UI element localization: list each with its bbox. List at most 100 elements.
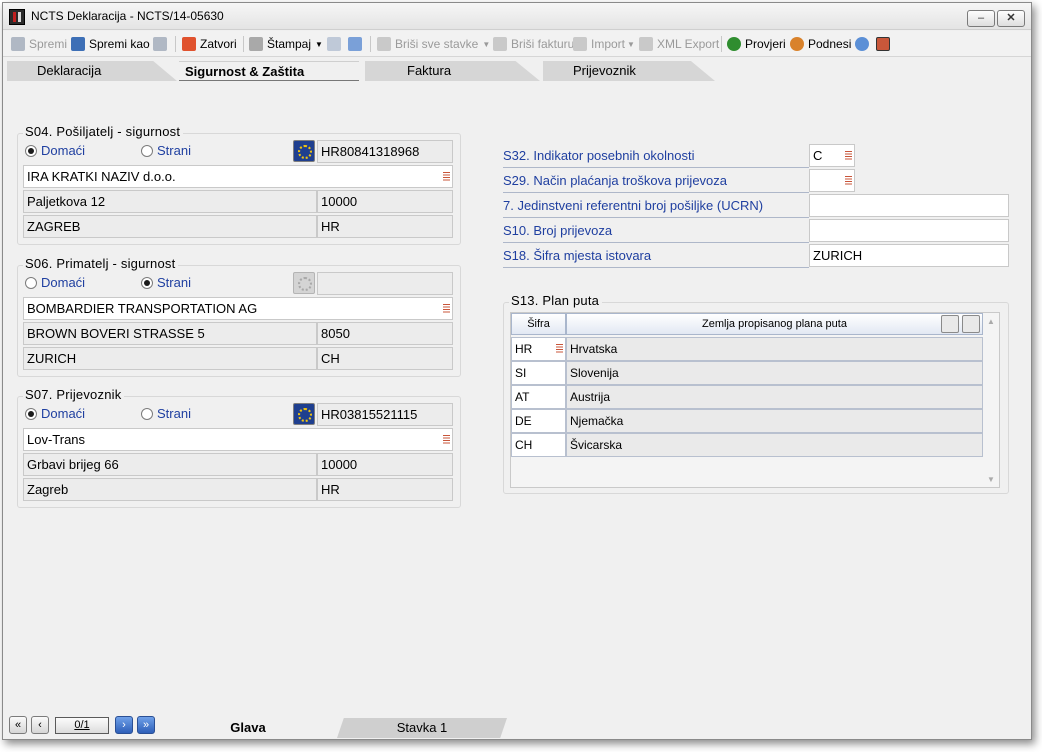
route-row-code[interactable]: AT <box>511 385 566 409</box>
list-icon[interactable] <box>443 172 450 181</box>
tab-faktura[interactable]: Faktura <box>365 61 540 81</box>
s32-field[interactable]: C <box>809 144 855 167</box>
s06-radio-domaci[interactable]: Domaći <box>25 275 85 290</box>
s06-name-field[interactable]: BOMBARDIER TRANSPORTATION AG <box>23 297 453 320</box>
save-all-button[interactable] <box>153 35 171 53</box>
scrollbar-up-icon[interactable]: ▲ <box>987 317 995 326</box>
route-row-country[interactable]: Švicarska <box>566 433 983 457</box>
document-button[interactable] <box>348 35 366 53</box>
route-row-country[interactable]: Austrija <box>566 385 983 409</box>
delete-invoice-label: Briši fakturu <box>511 37 575 51</box>
save-as-button[interactable]: Spremi kao <box>71 35 150 53</box>
delete-row-icon[interactable] <box>962 315 980 333</box>
s18-field[interactable]: ZURICH <box>809 244 1009 267</box>
s07-radio-domaci[interactable]: Domaći <box>25 406 85 421</box>
s04-street-field[interactable]: Paljetkova 12 <box>23 190 317 213</box>
eu-lookup-button[interactable] <box>293 272 315 294</box>
ucrn-field[interactable] <box>809 194 1009 217</box>
s06-postcode-field[interactable]: 8050 <box>317 322 453 345</box>
tab-stavka-1[interactable]: Stavka 1 <box>337 718 507 738</box>
minimize-button[interactable]: – <box>967 10 995 27</box>
printer-icon <box>249 37 263 51</box>
route-row-country[interactable]: Slovenija <box>566 361 983 385</box>
s04-name-field[interactable]: IRA KRATKI NAZIV d.o.o. <box>23 165 453 188</box>
tab-glava[interactable]: Glava <box>163 718 333 738</box>
s29-field[interactable] <box>809 169 855 192</box>
xml-icon <box>639 37 653 51</box>
list-icon[interactable] <box>845 151 852 160</box>
s07-eori-field[interactable]: HR03815521115 <box>317 403 453 426</box>
info-icon <box>855 37 869 51</box>
list-icon[interactable] <box>443 304 450 313</box>
eu-lookup-button[interactable] <box>293 403 315 425</box>
radio-dot <box>25 144 37 157</box>
close-doc-button[interactable]: Zatvori <box>182 35 237 53</box>
delete-all-items-button[interactable]: Briši sve stavke ▼ <box>377 35 490 53</box>
s06-radio-strani[interactable]: Strani <box>141 275 191 290</box>
s06-title: S06. Primatelj - sigurnost <box>23 256 179 271</box>
s06-city-field[interactable]: ZURICH <box>23 347 317 370</box>
s07-city-field[interactable]: Zagreb <box>23 478 317 501</box>
s04-radio-strani[interactable]: Strani <box>141 143 191 158</box>
eu-lookup-button[interactable] <box>293 140 315 162</box>
tab-deklaracija[interactable]: Deklaracija <box>7 61 177 81</box>
route-row-code[interactable]: SI <box>511 361 566 385</box>
s10-field[interactable] <box>809 219 1009 242</box>
route-row-code[interactable]: CH <box>511 433 566 457</box>
radio-label: Domaći <box>41 275 86 290</box>
xml-export-button[interactable]: XML Export <box>639 35 719 53</box>
s07-country-field[interactable]: HR <box>317 478 453 501</box>
scrollbar-down-icon[interactable]: ▼ <box>987 475 995 484</box>
import-button[interactable]: Import ▼ <box>573 35 635 53</box>
user-button[interactable] <box>876 35 894 53</box>
radio-label: Strani <box>157 143 191 158</box>
route-row-country[interactable]: Hrvatska <box>566 337 983 361</box>
prev-page-button[interactable]: ‹ <box>31 716 49 734</box>
check-button[interactable]: Provjeri <box>727 35 786 53</box>
s07-radio-strani[interactable]: Strani <box>141 406 191 421</box>
submit-button[interactable]: Podnesi <box>790 35 851 53</box>
col-header-country[interactable]: Zemlja propisanog plana puta <box>566 313 983 335</box>
list-icon[interactable] <box>443 435 450 444</box>
s07-name-field[interactable]: Lov-Trans <box>23 428 453 451</box>
bottom-bar: « ‹ 0/1 › » Glava Stavka 1 <box>3 713 1031 739</box>
first-page-button[interactable]: « <box>9 716 27 734</box>
add-row-icon[interactable] <box>941 315 959 333</box>
s04-postcode-field[interactable]: 10000 <box>317 190 453 213</box>
s04-eori-field[interactable]: HR80841318968 <box>317 140 453 163</box>
list-icon[interactable] <box>845 176 852 185</box>
s07-postcode-field[interactable]: 10000 <box>317 453 453 476</box>
s07-street-field[interactable]: Grbavi brijeg 66 <box>23 453 317 476</box>
next-page-button[interactable]: › <box>115 716 133 734</box>
col-header-code[interactable]: Šifra <box>511 313 566 335</box>
checkmark-icon <box>727 37 741 51</box>
print-button[interactable]: Štampaj ▼ <box>249 35 323 53</box>
s06-eori-field[interactable] <box>317 272 453 295</box>
tab-sigurnost-zastita[interactable]: Sigurnost & Zaštita <box>179 61 359 81</box>
print-label: Štampaj <box>267 37 312 51</box>
toolbar-separator <box>175 36 176 52</box>
s04-city-field[interactable]: ZAGREB <box>23 215 317 238</box>
save-button[interactable]: Spremi <box>11 35 67 53</box>
radio-label: Domaći <box>41 143 86 158</box>
list-icon[interactable] <box>556 344 563 353</box>
s13-title: S13. Plan puta <box>509 293 603 308</box>
s04-radio-domaci[interactable]: Domaći <box>25 143 85 158</box>
tab-prijevoznik[interactable]: Prijevoznik <box>543 61 715 81</box>
main-tabs: Deklaracija Sigurnost & Zaštita Faktura … <box>3 59 1031 81</box>
close-button[interactable]: ✕ <box>997 10 1025 27</box>
last-page-button[interactable]: » <box>137 716 155 734</box>
preview-button[interactable] <box>327 35 345 53</box>
s06-street-field[interactable]: BROWN BOVERI STRASSE 5 <box>23 322 317 345</box>
info-button[interactable] <box>855 35 873 53</box>
toolbar-separator <box>243 36 244 52</box>
disk-arrow-icon <box>71 37 85 51</box>
s04-country-field[interactable]: HR <box>317 215 453 238</box>
route-row-country[interactable]: Njemačka <box>566 409 983 433</box>
delete-invoice-button[interactable]: Briši fakturu <box>493 35 574 53</box>
disk-multi-icon <box>153 37 167 51</box>
s06-country-field[interactable]: CH <box>317 347 453 370</box>
route-row-code[interactable]: HR <box>511 337 566 361</box>
title-bar: NCTS Deklaracija - NCTS/14-05630 – ✕ <box>3 3 1031 30</box>
route-row-code[interactable]: DE <box>511 409 566 433</box>
